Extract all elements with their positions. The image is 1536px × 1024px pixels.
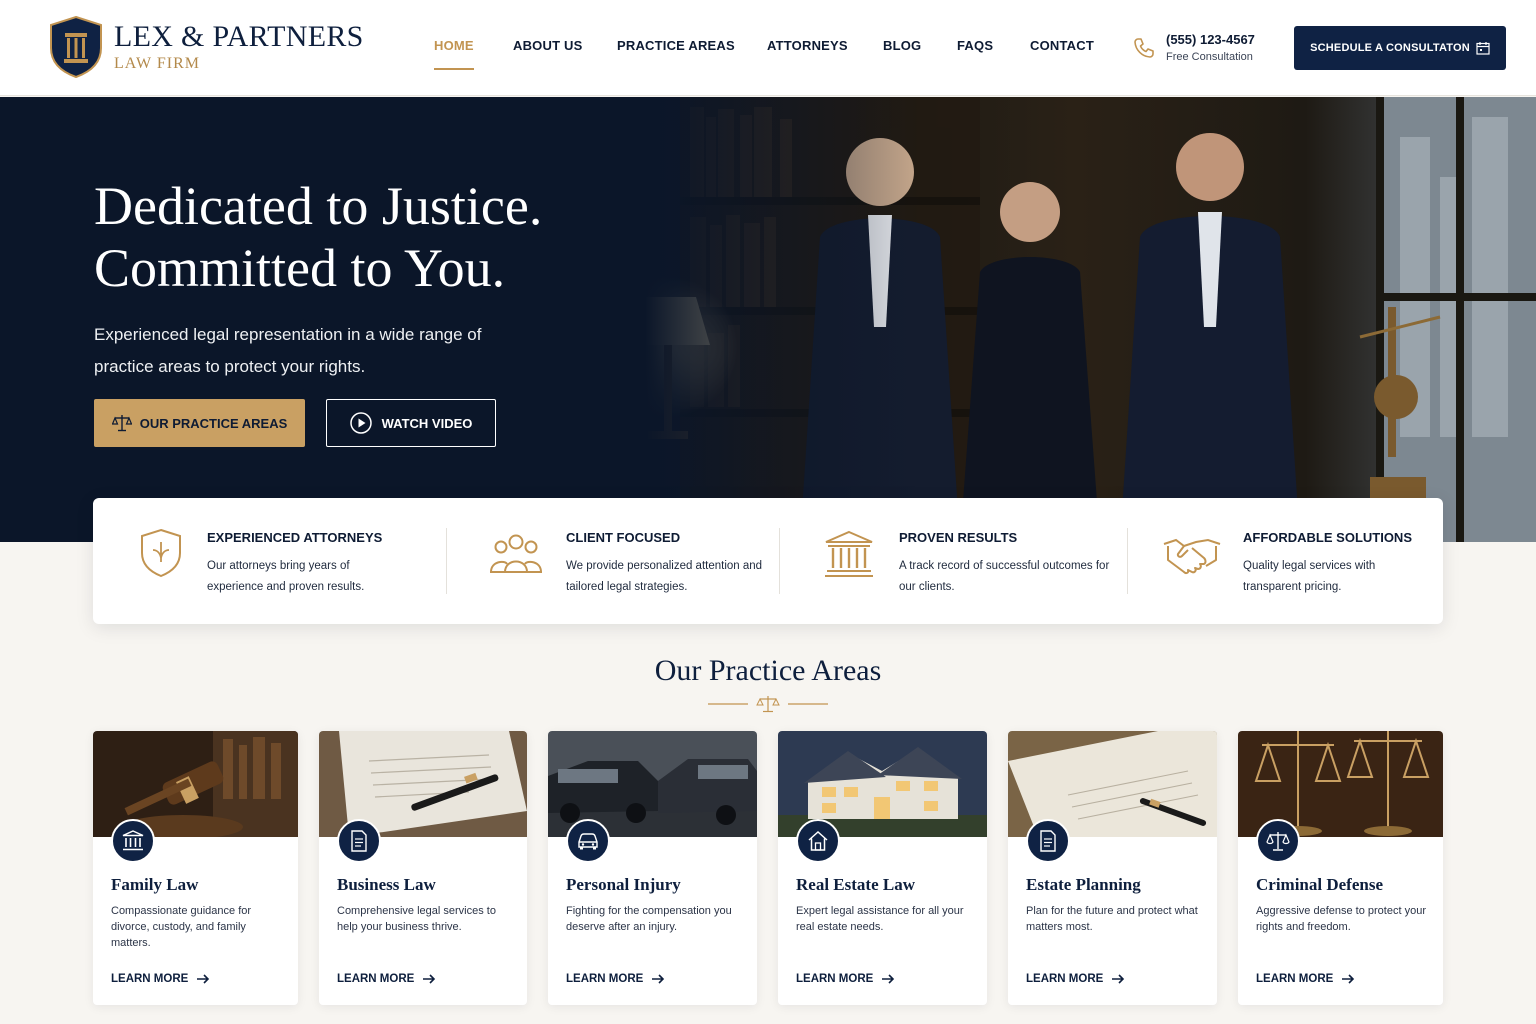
feature-desc: Quality legal services with transparent … <box>1243 560 1376 593</box>
feature-title: EXPERIENCED ATTORNEYS <box>207 530 383 545</box>
learn-more-label: LEARN MORE <box>1026 973 1104 985</box>
learn-more-link[interactable]: LEARN MORE <box>1256 973 1355 985</box>
hero-title: Dedicated to Justice. Committed to You. <box>94 175 542 299</box>
card-desc: Plan for the future and protect what mat… <box>1026 905 1198 933</box>
site-header: LEX & PARTNERS LAW FIRM HOME ABOUT US PR… <box>0 0 1536 96</box>
practice-card-family-law[interactable]: Family Law Compassionate guidance for di… <box>93 731 298 1005</box>
learn-more-label: LEARN MORE <box>566 973 644 985</box>
handshake-icon <box>1163 538 1221 575</box>
active-nav-underline <box>434 68 474 70</box>
card-desc: Compassionate guidance for divorce, cust… <box>111 905 252 949</box>
document-icon <box>1026 819 1070 863</box>
card-title: Business Law <box>337 875 436 894</box>
hero-section: Dedicated to Justice. Committed to You. … <box>0 97 1536 542</box>
feature-title: PROVEN RESULTS <box>899 530 1018 545</box>
schedule-consultation-label: SCHEDULE A CONSULTATON <box>1310 42 1470 54</box>
nav-about-us[interactable]: ABOUT US <box>513 38 583 53</box>
learn-more-link[interactable]: LEARN MORE <box>796 973 895 985</box>
card-desc: Expert legal assistance for all your rea… <box>796 905 964 933</box>
learn-more-label: LEARN MORE <box>1256 973 1334 985</box>
card-title: Estate Planning <box>1026 875 1141 894</box>
calendar-icon <box>1476 42 1490 55</box>
practice-card-personal-injury[interactable]: Personal Injury Fighting for the compens… <box>548 731 757 1005</box>
learn-more-link[interactable]: LEARN MORE <box>566 973 665 985</box>
courthouse-icon <box>825 530 873 577</box>
learn-more-label: LEARN MORE <box>111 973 189 985</box>
schedule-consultation-button[interactable]: SCHEDULE A CONSULTATON <box>1294 26 1506 70</box>
nav-home[interactable]: HOME <box>434 38 474 53</box>
arrow-right-icon <box>1112 974 1125 984</box>
arrow-right-icon <box>1342 974 1355 984</box>
card-title: Personal Injury <box>566 875 681 894</box>
arrow-right-icon <box>652 974 665 984</box>
play-icon <box>349 412 372 434</box>
card-title: Real Estate Law <box>796 875 915 894</box>
practice-card-business-law[interactable]: Business Law Comprehensive legal service… <box>319 731 527 1005</box>
feature-title: CLIENT FOCUSED <box>566 530 681 545</box>
arrow-right-icon <box>197 974 210 984</box>
feature-desc: Our attorneys bring years of experience … <box>207 560 365 593</box>
arrow-right-icon <box>423 974 436 984</box>
practice-areas-title: Our Practice Areas <box>654 654 882 687</box>
car-icon <box>566 819 610 863</box>
card-title: Criminal Defense <box>1256 875 1384 894</box>
learn-more-label: LEARN MORE <box>337 973 415 985</box>
feature-proven-results: PROVEN RESULTS A track record of success… <box>780 498 1127 624</box>
features-bar: EXPERIENCED ATTORNEYS Our attorneys brin… <box>93 498 1443 624</box>
arrow-right-icon <box>882 974 895 984</box>
learn-more-link[interactable]: LEARN MORE <box>1026 973 1125 985</box>
nav-contact[interactable]: CONTACT <box>1030 38 1094 53</box>
courthouse-icon <box>111 819 155 863</box>
learn-more-link[interactable]: LEARN MORE <box>337 973 436 985</box>
nav-attorneys[interactable]: ATTORNEYS <box>767 38 848 53</box>
hero-subtitle: Experienced legal representation in a wi… <box>94 325 482 376</box>
shield-icon <box>141 528 181 578</box>
card-desc: Aggressive defense to protect your right… <box>1256 905 1426 933</box>
feature-desc: We provide personalized attention and ta… <box>566 560 763 593</box>
house-icon <box>796 819 840 863</box>
feature-experienced-attorneys: EXPERIENCED ATTORNEYS Our attorneys brin… <box>93 498 446 624</box>
hero-title-line-1: Dedicated to Justice. <box>94 176 543 236</box>
scales-icon <box>1256 819 1300 863</box>
people-icon <box>490 534 542 573</box>
practice-card-real-estate-law[interactable]: Real Estate Law Expert legal assistance … <box>778 731 987 1005</box>
phone-subtitle: Free Consultation <box>1166 51 1253 63</box>
scales-icon <box>111 415 132 432</box>
watch-video-label: WATCH VIDEO <box>381 415 473 431</box>
our-practice-areas-label: OUR PRACTICE AREAS <box>139 415 288 431</box>
nav-faqs[interactable]: FAQS <box>957 38 993 53</box>
hero-title-line-2: Committed to You. <box>94 238 506 298</box>
feature-title: AFFORDABLE SOLUTIONS <box>1243 530 1412 545</box>
watch-video-button[interactable]: WATCH VIDEO <box>326 399 496 447</box>
learn-more-label: LEARN MORE <box>796 973 874 985</box>
phone-contact[interactable]: (555) 123-4567 Free Consultation <box>1132 32 1255 63</box>
phone-number: (555) 123-4567 <box>1166 32 1255 47</box>
card-desc: Comprehensive legal services to help you… <box>337 905 496 933</box>
card-desc: Fighting for the compensation you deserv… <box>566 905 732 933</box>
phone-icon <box>1134 38 1154 58</box>
feature-affordable-solutions: AFFORDABLE SOLUTIONS Quality legal servi… <box>1128 498 1443 624</box>
learn-more-link[interactable]: LEARN MORE <box>111 973 210 985</box>
scales-ornament-icon <box>708 696 828 713</box>
practice-card-criminal-defense[interactable]: Criminal Defense Aggressive defense to p… <box>1238 731 1443 1005</box>
our-practice-areas-button[interactable]: OUR PRACTICE AREAS <box>94 399 305 447</box>
nav-practice-areas[interactable]: PRACTICE AREAS <box>617 38 735 53</box>
feature-client-focused: CLIENT FOCUSED We provide personalized a… <box>447 498 779 624</box>
card-title: Family Law <box>111 875 199 894</box>
practice-card-estate-planning[interactable]: Estate Planning Plan for the future and … <box>1008 731 1217 1005</box>
nav-blog[interactable]: BLOG <box>883 38 921 53</box>
feature-desc: A track record of successful outcomes fo… <box>899 560 1110 593</box>
document-icon <box>337 819 381 863</box>
